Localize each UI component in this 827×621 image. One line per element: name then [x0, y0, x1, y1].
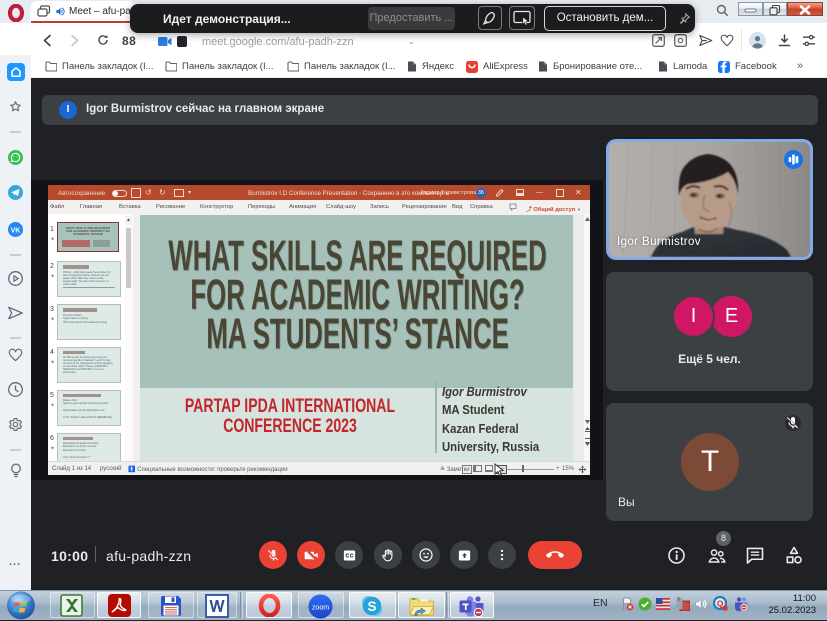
svg-text:zoom: zoom	[312, 605, 329, 612]
svg-text:VK: VK	[11, 227, 21, 234]
svg-text:S: S	[367, 599, 376, 614]
